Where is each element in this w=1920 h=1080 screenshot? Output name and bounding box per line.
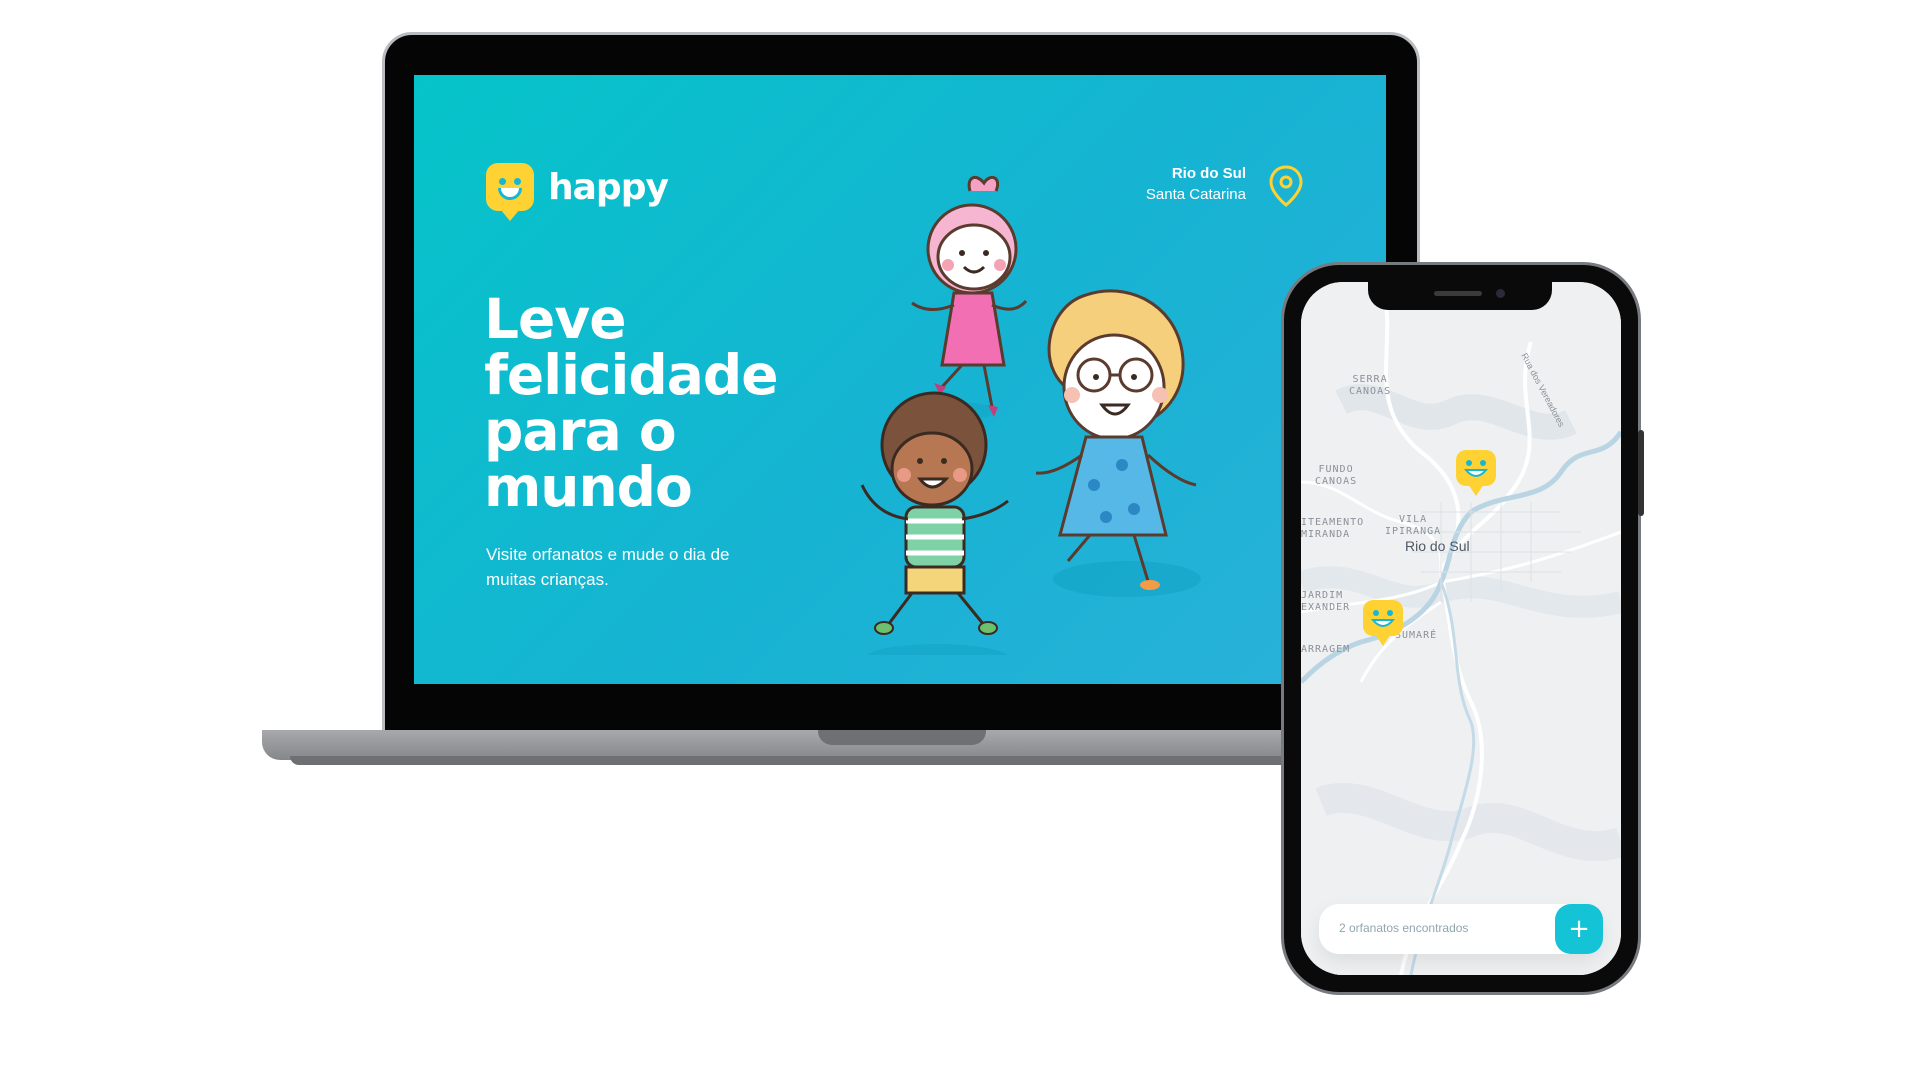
boy-curly-figure — [860, 391, 1009, 635]
landing-page: happy Rio do Sul Santa Catarina Leve fel… — [414, 75, 1386, 684]
map-footer: 2 orfanatos encontrados + — [1319, 904, 1603, 954]
kids-illustration — [860, 175, 1201, 655]
map-label-jardim: JARDIM EXANDER — [1301, 590, 1351, 613]
phone-side-button — [1638, 430, 1644, 516]
speaker-grille — [1434, 291, 1482, 296]
laptop-opening-notch — [818, 730, 986, 745]
brand-logo[interactable]: happy — [486, 163, 669, 221]
map-label-fundo: FUNDO CANOAS — [1315, 464, 1358, 487]
map-pin-icon — [1269, 165, 1303, 207]
map-label-barragem: ARRAGEM — [1301, 644, 1351, 655]
smile-logo-icon — [486, 163, 534, 221]
phone-map-screen: ITOUPAVA Rua dos Vereadores SERRA CANOAS… — [1301, 282, 1621, 975]
map-label-city: Rio do Sul — [1405, 538, 1470, 554]
girl-pink-figure — [911, 175, 1028, 417]
hero-headline: Leve felicidade para o mundo — [484, 287, 779, 519]
front-camera — [1496, 289, 1505, 298]
plus-icon: + — [1568, 914, 1590, 944]
orphanage-marker-icon[interactable] — [1456, 450, 1496, 498]
orphanage-marker-icon[interactable] — [1363, 600, 1403, 648]
orphanages-count: 2 orfanatos encontrados — [1339, 921, 1469, 935]
hero-subtitle: Visite orfanatos e mude o dia de muitas … — [486, 545, 730, 589]
add-orphanage-button[interactable]: + — [1555, 904, 1603, 954]
brand-name: happy — [548, 166, 669, 208]
map-label-serra: SERRA CANOAS — [1349, 374, 1392, 397]
map-label-vila: VILA IPIRANGA — [1385, 514, 1442, 537]
phone-notch — [1368, 282, 1552, 310]
map-label-itamento: ITEAMENTO MIRANDA — [1301, 517, 1365, 540]
girl-glasses-figure — [1035, 289, 1197, 590]
